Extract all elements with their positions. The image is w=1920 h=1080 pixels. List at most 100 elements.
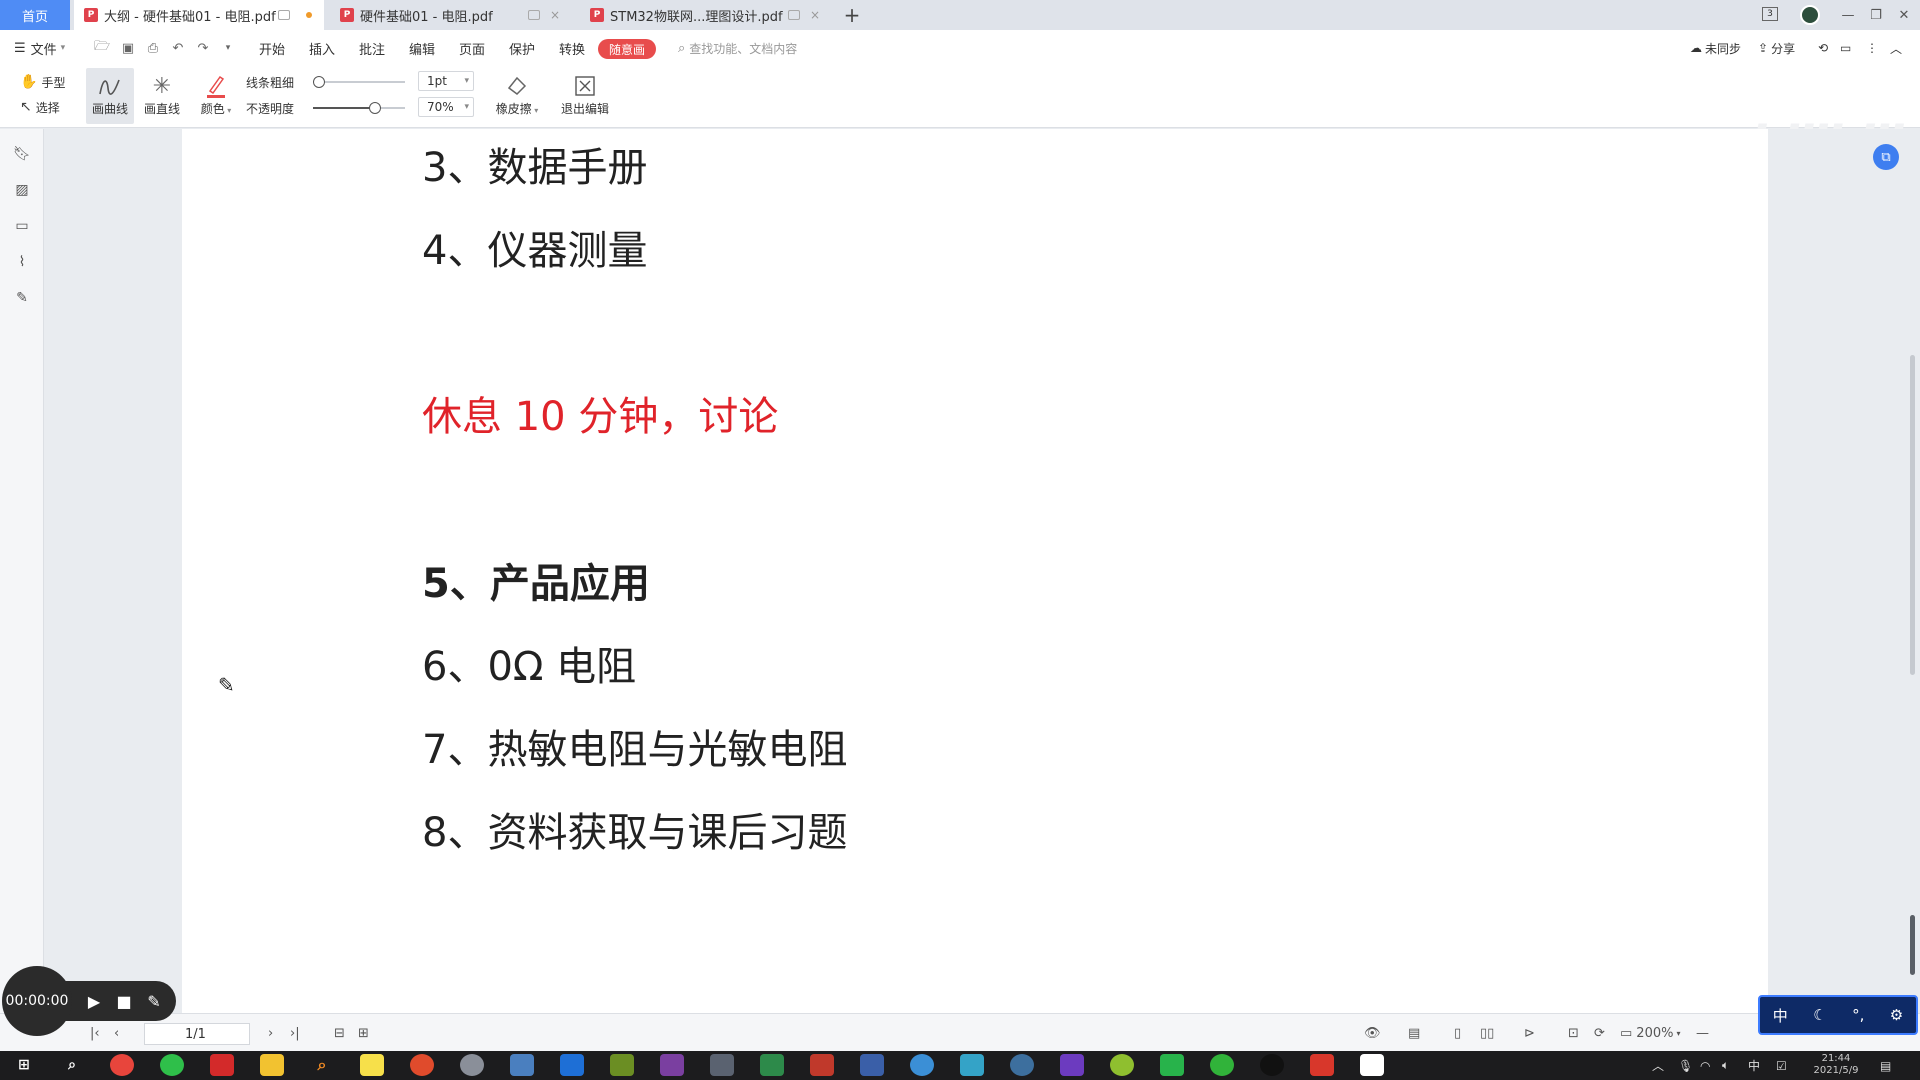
chrome-icon[interactable] [110, 1054, 134, 1076]
opacity-dropdown[interactable]: 70% ▾ [418, 97, 474, 117]
close-tab-icon[interactable]: × [550, 8, 560, 22]
notification-icon[interactable]: ▤ [1880, 1051, 1891, 1080]
play-icon[interactable]: ▶ [82, 988, 106, 1014]
menu-edit[interactable]: 编辑 [409, 30, 435, 66]
app-icon[interactable] [1010, 1054, 1034, 1076]
browser-360-icon[interactable] [160, 1054, 184, 1076]
close-window-icon[interactable]: ✕ [1890, 0, 1918, 30]
next-page-icon[interactable]: › [268, 1014, 273, 1052]
ime-language[interactable]: 中 [1773, 1005, 1788, 1026]
avatar[interactable] [1800, 5, 1820, 25]
exit-edit-button[interactable]: 退出编辑 [558, 68, 612, 124]
rotate-icon[interactable]: ⟳ [1594, 1014, 1605, 1052]
app-icon[interactable] [1110, 1054, 1134, 1076]
thumbnail-icon[interactable]: ▨ [13, 181, 31, 199]
color-tool[interactable]: 颜色 ▾ [192, 68, 240, 124]
continuous-page-icon[interactable]: ▯ [1454, 1014, 1461, 1052]
app-icon[interactable] [460, 1054, 484, 1076]
menu-start[interactable]: 开始 [259, 30, 285, 66]
slider-knob[interactable] [313, 76, 325, 88]
search-tool-icon[interactable]: ⌕ [310, 1054, 334, 1076]
browser-icon[interactable] [410, 1054, 434, 1076]
window-layout-icon[interactable]: 3 [1762, 7, 1778, 21]
app-icon[interactable] [760, 1054, 784, 1076]
fit-page-icon[interactable]: ⊞ [358, 1014, 369, 1052]
tab-document-resistor[interactable]: P 硬件基础01 - 电阻.pdf × [330, 0, 570, 30]
moon-icon[interactable]: ☾ [1813, 1006, 1826, 1024]
actual-size-icon[interactable]: ⊡ [1568, 1014, 1579, 1052]
file-explorer-icon[interactable] [260, 1054, 284, 1076]
tray-ime-language[interactable]: 中 [1748, 1051, 1760, 1080]
print-icon[interactable]: ⎙ [145, 40, 161, 56]
bookmark-icon[interactable]: 🔖︎ [13, 145, 31, 163]
app-icon[interactable] [860, 1054, 884, 1076]
more-icon[interactable]: ⋮ [1866, 30, 1878, 66]
iqiyi-icon[interactable] [1160, 1054, 1184, 1076]
app-icon[interactable] [710, 1054, 734, 1076]
menu-freehand-draw[interactable]: 随意画 [598, 39, 656, 59]
pads-icon[interactable] [610, 1054, 634, 1076]
hand-tool[interactable]: ✋ 手型 [20, 71, 65, 93]
line-width-slider[interactable] [313, 76, 405, 88]
line-width-dropdown[interactable]: 1pt ▾ [418, 71, 474, 91]
volume-icon[interactable]: 🔈︎ [1722, 1051, 1729, 1080]
collapse-ribbon-icon[interactable]: ︿ [1890, 30, 1902, 66]
gear-icon[interactable]: ⚙ [1890, 1006, 1903, 1024]
tray-expand-icon[interactable]: ︿ [1652, 1051, 1664, 1080]
eraser-tool[interactable]: 橡皮擦 ▾ [492, 68, 542, 124]
comment-icon[interactable]: ▭ [1840, 30, 1851, 66]
new-tab-button[interactable]: + [840, 3, 864, 27]
minimize-icon[interactable]: — [1834, 0, 1862, 30]
eye-icon[interactable]: 👁︎ [1364, 1014, 1381, 1052]
save-icon[interactable]: ▣ [120, 40, 136, 56]
select-tool[interactable]: ↖ 选择 [20, 96, 60, 118]
file-menu[interactable]: ☰ 文件 ▾ [14, 30, 65, 66]
search-icon[interactable]: ⌕ [60, 1054, 84, 1076]
zoom-control[interactable]: ▭ 200% ▾ [1620, 1014, 1680, 1052]
menu-annotate[interactable]: 批注 [359, 30, 385, 66]
meeting-icon[interactable] [560, 1054, 584, 1076]
mx-icon[interactable] [960, 1054, 984, 1076]
floating-tool-button[interactable]: ⧉ [1873, 144, 1899, 170]
draw-line-tool[interactable]: ✳ 画直线 [138, 68, 186, 124]
undo-icon[interactable]: ↶ [170, 40, 186, 56]
security-icon[interactable]: ☑ [1776, 1051, 1787, 1080]
tab-home[interactable]: 首页 [0, 0, 70, 30]
close-tab-icon[interactable]: × [810, 8, 820, 22]
comment-icon[interactable]: ▭ [13, 217, 31, 235]
app-icon[interactable] [810, 1054, 834, 1076]
menu-page[interactable]: 页面 [459, 30, 485, 66]
app-icon[interactable] [910, 1054, 934, 1076]
wps-icon[interactable] [1310, 1054, 1334, 1076]
punctuation-icon[interactable]: °, [1852, 1006, 1864, 1024]
redo-icon[interactable]: ↷ [195, 40, 211, 56]
tab-document-stm32[interactable]: P STM32物联网...理图设计.pdf × [580, 0, 830, 30]
qq-icon[interactable] [1260, 1054, 1284, 1076]
customize-icon[interactable]: ▾ [220, 40, 236, 56]
signature-icon[interactable]: ✎ [13, 289, 31, 307]
visual-studio-icon[interactable] [1060, 1054, 1084, 1076]
history-icon[interactable]: ⟲ [1818, 30, 1828, 66]
restore-icon[interactable]: ❐ [1862, 0, 1890, 30]
search-box[interactable]: ⌕ 查找功能、文档内容 [678, 30, 797, 66]
menu-protect[interactable]: 保护 [509, 30, 535, 66]
sync-status[interactable]: ☁ 未同步 [1690, 30, 1741, 66]
stop-icon[interactable]: ■ [112, 988, 136, 1014]
app-icon[interactable] [510, 1054, 534, 1076]
play-slideshow-icon[interactable]: ⊳ [1524, 1014, 1535, 1052]
wifi-icon[interactable]: ◠ [1700, 1051, 1710, 1080]
youdao-icon[interactable] [210, 1054, 234, 1076]
slider-knob[interactable] [369, 102, 381, 114]
system-clock[interactable]: 21:44 2021/5/9 [1808, 1053, 1864, 1077]
sticky-notes-icon[interactable] [360, 1054, 384, 1076]
open-folder-icon[interactable]: 🗁 [94, 39, 110, 56]
menu-insert[interactable]: 插入 [309, 30, 335, 66]
scroll-position-indicator[interactable] [1910, 915, 1915, 975]
pen-icon[interactable]: ✎ [142, 988, 166, 1014]
opacity-slider[interactable] [313, 102, 405, 114]
menu-convert[interactable]: 转换 [559, 30, 585, 66]
share-button[interactable]: ⇪ 分享 [1758, 30, 1795, 66]
wechat-icon[interactable] [1210, 1054, 1234, 1076]
single-page-icon[interactable]: ▤ [1408, 1014, 1420, 1052]
two-page-icon[interactable]: ▯▯ [1480, 1014, 1494, 1052]
